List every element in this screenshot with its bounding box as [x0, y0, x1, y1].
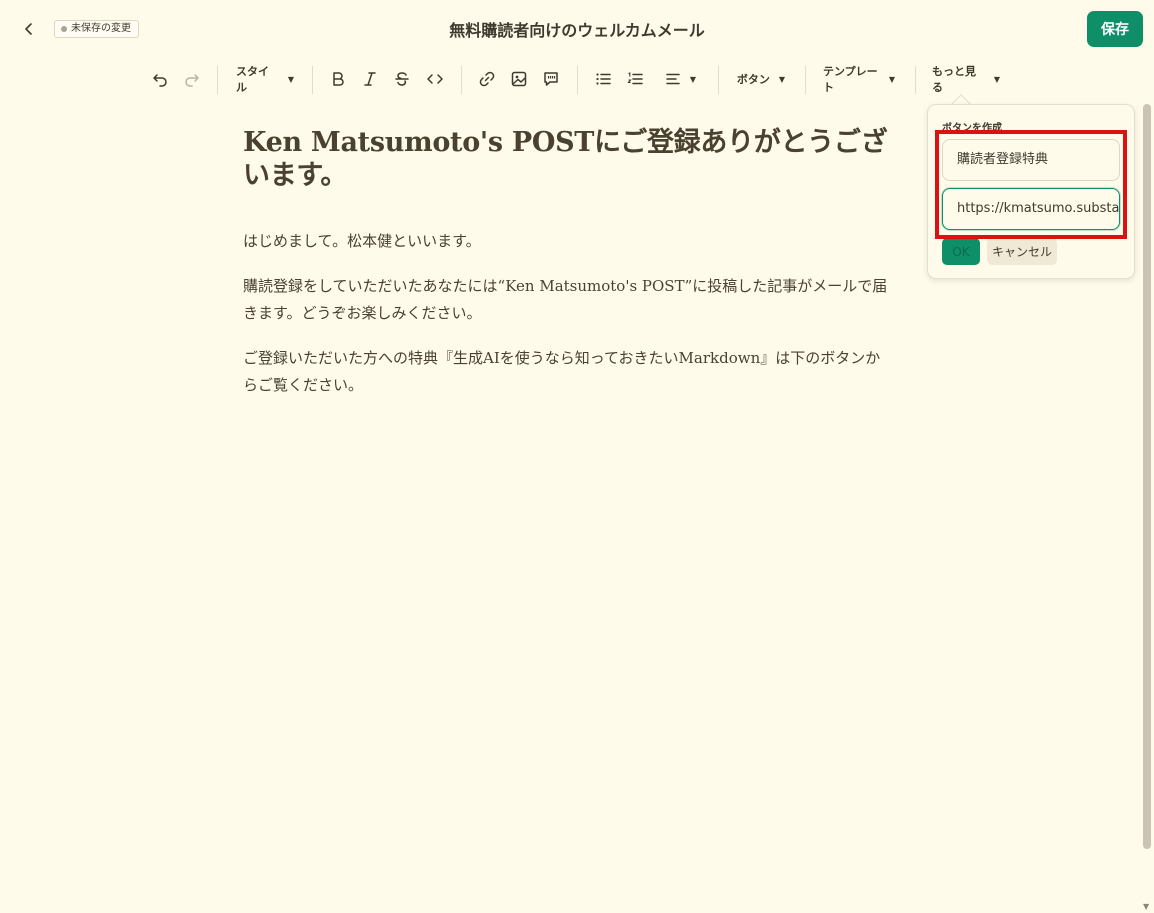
- scroll-down-icon[interactable]: ▼: [1143, 902, 1149, 911]
- style-dropdown-label: スタイル: [236, 65, 269, 94]
- undo-icon[interactable]: [149, 64, 171, 94]
- italic-icon[interactable]: [360, 64, 380, 94]
- cancel-button[interactable]: キャンセル: [987, 238, 1057, 265]
- button-dropdown-label: ボタン: [736, 73, 770, 86]
- popover-title: ボタンを作成: [942, 123, 1002, 134]
- button-label-input[interactable]: 購読者登録特典: [942, 139, 1120, 181]
- toolbar-divider: [217, 66, 218, 94]
- more-dropdown[interactable]: もっと見る ▼: [932, 64, 1000, 94]
- page-title: 無料購読者向けのウェルカムメール: [449, 21, 705, 40]
- scrollbar-thumb[interactable]: [1143, 104, 1151, 849]
- bullet-list-icon[interactable]: [592, 64, 614, 94]
- image-icon[interactable]: [508, 64, 530, 94]
- more-dropdown-label: もっと見る: [932, 65, 976, 94]
- caret-down-icon: ▼: [993, 74, 1000, 84]
- style-dropdown[interactable]: スタイル ▼: [236, 64, 294, 94]
- paragraph[interactable]: ご登録いただいた方への特典『生成AIを使うなら知っておきたいMarkdown』は…: [243, 345, 893, 399]
- redo-icon[interactable]: [181, 64, 203, 94]
- code-icon[interactable]: [424, 64, 446, 94]
- button-url-input[interactable]: https://kmatsumo.substa: [942, 188, 1120, 230]
- ok-button[interactable]: OK: [942, 238, 980, 265]
- template-dropdown-label: テンプレート: [823, 65, 878, 94]
- formatting-toolbar: スタイル ▼ ▼ ボタン ▼ テンプレート ▼ もっと見る ▼: [0, 64, 1154, 94]
- editor-window: 未保存の変更 無料購読者向けのウェルカムメール 保存 スタイル ▼ ▼ ボタン …: [0, 0, 1154, 913]
- paragraph[interactable]: はじめまして。松本健といいます。: [243, 228, 893, 255]
- post-heading[interactable]: Ken Matsumoto's POSTにご登録ありがとうございます。: [243, 126, 893, 192]
- toolbar-divider: [805, 66, 806, 94]
- create-button-popover: ボタンを作成 購読者登録特典 https://kmatsumo.substa O…: [927, 104, 1135, 279]
- toolbar-divider: [312, 66, 313, 94]
- caret-down-icon: ▼: [888, 74, 895, 84]
- strikethrough-icon[interactable]: [392, 64, 412, 94]
- align-left-icon: [666, 73, 680, 85]
- caret-down-icon: ▼: [287, 74, 294, 84]
- template-dropdown[interactable]: テンプレート ▼: [823, 64, 895, 94]
- link-icon[interactable]: [476, 64, 498, 94]
- caret-down-icon: ▼: [778, 74, 786, 84]
- bold-icon[interactable]: [328, 64, 348, 94]
- toolbar-divider: [915, 66, 916, 94]
- save-button[interactable]: 保存: [1087, 11, 1143, 47]
- paragraph[interactable]: 購読登録をしていただいたあなたには“Ken Matsumoto's POST”に…: [243, 273, 893, 327]
- toolbar-divider: [718, 66, 719, 94]
- caret-down-icon: ▼: [689, 74, 697, 84]
- numbered-list-icon[interactable]: [624, 64, 646, 94]
- editor-content[interactable]: Ken Matsumoto's POSTにご登録ありがとうございます。 はじめま…: [243, 126, 893, 417]
- toolbar-divider: [461, 66, 462, 94]
- scrollbar[interactable]: ▼: [1140, 94, 1154, 913]
- toolbar-divider: [577, 66, 578, 94]
- align-dropdown[interactable]: ▼: [658, 64, 702, 94]
- button-dropdown[interactable]: ボタン ▼: [736, 64, 786, 94]
- quote-icon[interactable]: [540, 64, 562, 94]
